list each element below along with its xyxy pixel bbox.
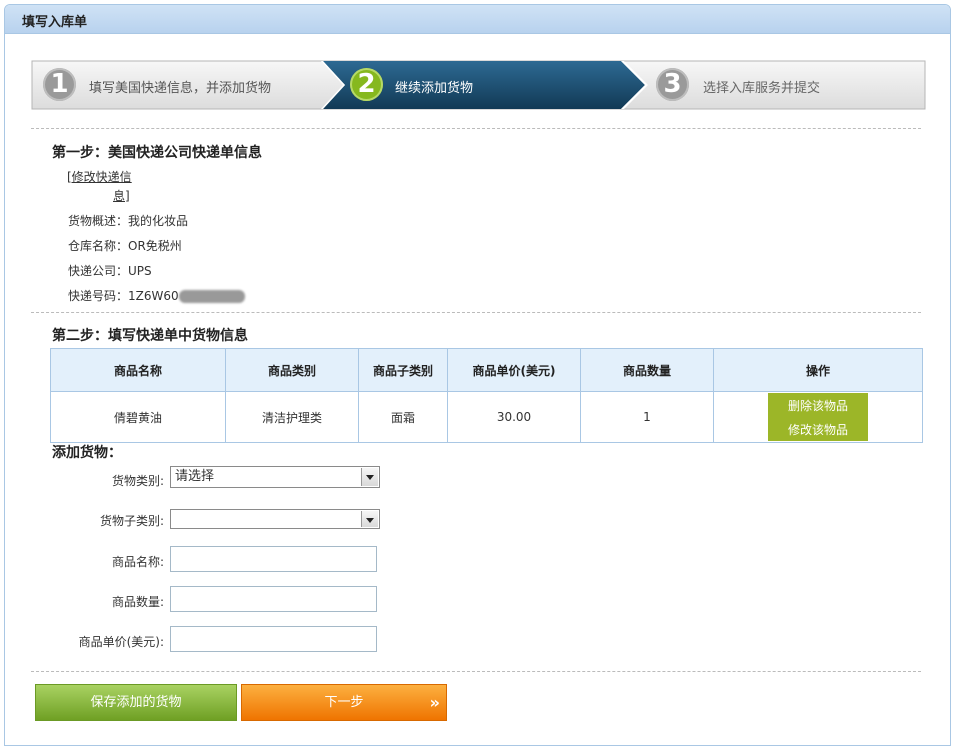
edit-link-line2[interactable]: 息] [67, 187, 135, 206]
info-description: 货物概述：我的化妆品 [68, 212, 188, 229]
edit-item-button[interactable]: 修改该物品 [768, 417, 868, 441]
info-label: 快递号码： [68, 289, 129, 303]
cell-category: 清洁护理类 [225, 391, 359, 443]
cell-qty: 1 [580, 391, 714, 443]
progress-steps: 1 填写美国快递信息，并添加货物 2 继续添加货物 3 选择入库服务并提交 [31, 60, 926, 110]
col-name: 商品名称 [50, 348, 226, 392]
cell-name: 倩碧黄油 [50, 391, 226, 443]
step-1-label: 填写美国快递信息，并添加货物 [89, 81, 272, 96]
delete-item-button[interactable]: 删除该物品 [768, 393, 868, 417]
cell-actions: 删除该物品修改该物品 [713, 391, 923, 443]
step-3-number: 3 [656, 68, 689, 101]
product-price-input[interactable] [170, 626, 377, 652]
panel-title: 填写入库单 [22, 15, 88, 30]
redacted-mark [178, 290, 245, 303]
info-label: 货物概述： [68, 214, 129, 228]
col-qty: 商品数量 [580, 348, 714, 392]
next-step-button[interactable]: 下一步 » [241, 684, 447, 721]
info-value: UPS [128, 264, 152, 278]
edit-express-link[interactable]: [修改快递信 息] [67, 168, 135, 206]
col-actions: 操作 [713, 348, 923, 392]
goods-table: 商品名称 商品类别 商品子类别 商品单价(美元) 商品数量 操作 倩碧黄油 清洁… [50, 348, 923, 443]
col-subcategory: 商品子类别 [358, 348, 448, 392]
info-value: 1Z6W60 [128, 289, 179, 303]
save-goods-button[interactable]: 保存添加的货物 [35, 684, 237, 721]
step-2-number: 2 [350, 68, 383, 101]
product-qty-input[interactable] [170, 586, 377, 612]
step-3-label: 选择入库服务并提交 [703, 81, 821, 96]
divider [31, 671, 921, 672]
info-warehouse: 仓库名称：OR免税州 [68, 237, 182, 254]
name-label: 商品名称: [111, 555, 164, 569]
step-1-number: 1 [43, 68, 76, 101]
section-1-title: 第一步：美国快递公司快递单信息 [52, 145, 262, 161]
col-category: 商品类别 [225, 348, 359, 392]
info-courier: 快递公司：UPS [68, 262, 152, 279]
double-chevron-right-icon: » [429, 693, 441, 712]
col-price: 商品单价(美元) [447, 348, 581, 392]
step-2-label: 继续添加货物 [395, 81, 474, 96]
subcategory-select[interactable] [170, 509, 380, 529]
category-label: 货物类别: [111, 474, 164, 488]
table-row: 倩碧黄油 清洁护理类 面霜 30.00 1 删除该物品修改该物品 [50, 391, 923, 443]
info-tracking: 快递号码：1Z6W60 [68, 287, 245, 304]
category-select-value: 请选择 [175, 469, 215, 484]
price-label: 商品单价(美元): [78, 635, 164, 649]
info-value: 我的化妆品 [128, 214, 189, 228]
info-value: OR免税州 [128, 239, 182, 253]
qty-label: 商品数量: [111, 595, 164, 609]
product-name-input[interactable] [170, 546, 377, 572]
section-2-title: 第二步：填写快递单中货物信息 [52, 328, 248, 344]
cell-subcategory: 面霜 [358, 391, 448, 443]
edit-link-line1[interactable]: [修改快递信 [67, 170, 132, 184]
add-goods-title: 添加货物： [52, 445, 122, 461]
cell-price: 30.00 [447, 391, 581, 443]
divider [31, 128, 921, 129]
panel-header: 填写入库单 [5, 5, 950, 34]
category-select[interactable]: 请选择 [170, 466, 380, 488]
table-header-row: 商品名称 商品类别 商品子类别 商品单价(美元) 商品数量 操作 [50, 348, 923, 392]
subcategory-label: 货物子类别: [99, 514, 164, 528]
info-label: 仓库名称： [68, 239, 129, 253]
divider [31, 312, 921, 313]
chevron-down-icon[interactable] [361, 511, 378, 527]
chevron-down-icon[interactable] [361, 468, 378, 486]
info-label: 快递公司： [68, 264, 129, 278]
next-step-label: 下一步 [324, 695, 364, 710]
